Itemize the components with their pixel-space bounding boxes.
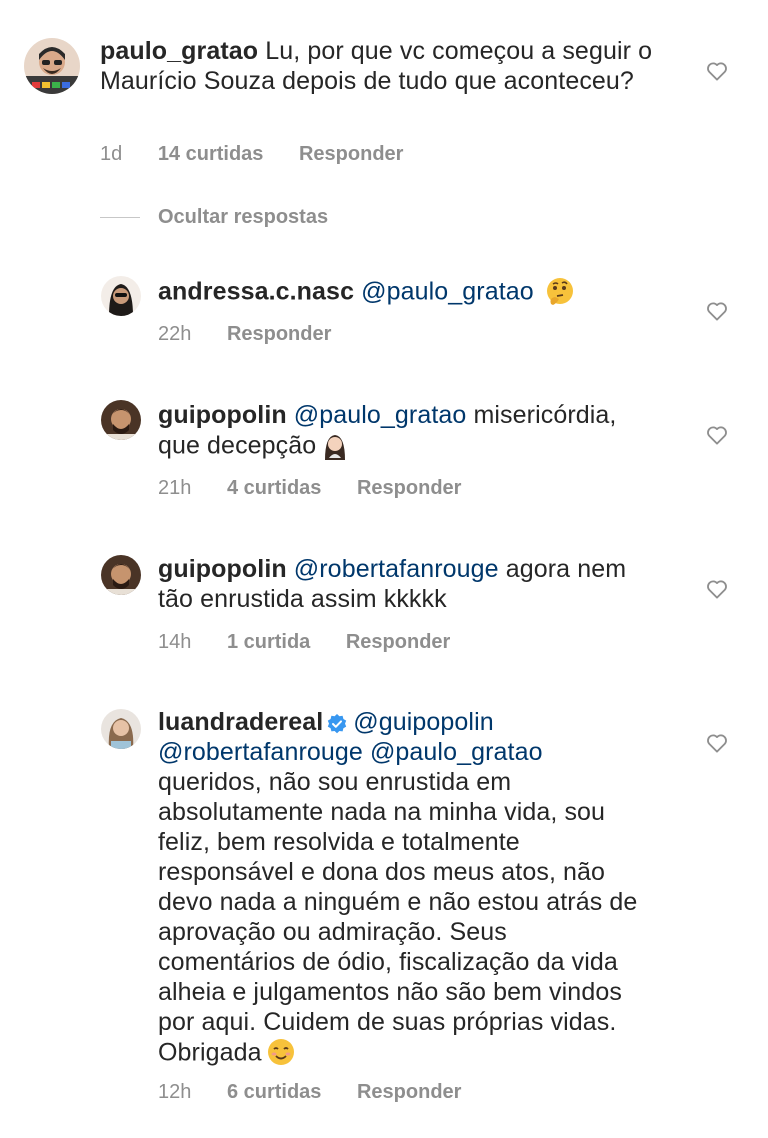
reply-button[interactable]: Responder [227,323,331,345]
reply-button[interactable]: Responder [357,477,461,499]
reply-time: 12h [158,1081,192,1103]
reply-username[interactable]: guipopolin [158,555,287,583]
comment-time: 1d [100,143,123,165]
comment-likes[interactable]: 14 curtidas [158,143,264,165]
reply-time: 21h [158,477,192,499]
reply-username[interactable]: luandradereal [158,708,323,736]
reply-text-line: comentários de ódio, fiscalização da vid… [158,948,618,976]
reply-time: 22h [158,323,192,345]
reply-text-line: responsável e dona dos meus atos, não [158,858,606,886]
comment-username[interactable]: paulo_gratao [100,37,258,65]
reply-text-line: devo nada a ninguém e não estou atrás de [158,888,638,916]
divider [100,217,140,218]
mention-link[interactable]: @paulo_gratao [361,278,534,306]
reply-text-line: queridos, não sou enrustida em [158,768,512,796]
avatar[interactable] [101,709,141,749]
reply-text: agora nem [498,555,627,583]
like-heart-icon[interactable] [706,579,728,599]
like-heart-icon[interactable] [706,425,728,445]
reply-username[interactable]: guipopolin [158,401,287,429]
mention-link[interactable]: @robertafanrouge [294,555,499,583]
thinking-face-emoji [545,276,575,306]
reply-likes[interactable]: 6 curtidas [227,1081,321,1103]
like-heart-icon[interactable] [706,733,728,753]
avatar[interactable] [101,555,141,595]
reply-time: 14h [158,631,192,653]
reply-username[interactable]: andressa.c.nasc [158,278,354,306]
mention-link[interactable]: @robertafanrouge [158,738,363,766]
reply-likes[interactable]: 4 curtidas [227,477,321,499]
avatar[interactable] [24,38,80,94]
reply-text-line: aprovação ou admiração. Seus [158,918,507,946]
hide-replies-button[interactable]: Ocultar respostas [100,206,328,229]
smiling-face-emoji [266,1037,296,1067]
reply-text-line: Obrigada [158,1038,262,1067]
mention-link[interactable]: @guipopolin [353,708,493,736]
verified-badge-icon [327,711,347,734]
reply-text: misericórdia, [466,401,617,429]
reply-button[interactable]: Responder [299,143,403,165]
reply-text-line: feliz, bem resolvida e totalmente [158,828,520,856]
woman-facepalming-emoji [320,430,350,460]
mention-link[interactable]: @paulo_gratao [370,738,543,766]
reply-likes[interactable]: 1 curtida [227,631,310,653]
comments-thread: paulo_gratao Lu, por que vc começou a se… [0,0,768,1138]
mention-link[interactable]: @paulo_gratao [294,401,467,429]
reply-text-line: por aqui. Cuidem de suas próprias vidas. [158,1008,617,1036]
reply-text-line: absolutamente nada na minha vida, sou [158,798,606,826]
reply-button[interactable]: Responder [357,1081,461,1103]
avatar[interactable] [101,400,141,440]
like-heart-icon[interactable] [706,61,728,81]
avatar[interactable] [101,276,141,316]
like-heart-icon[interactable] [706,301,728,321]
reply-button[interactable]: Responder [346,631,450,653]
hide-replies-label[interactable]: Ocultar respostas [158,206,328,229]
reply-text: tão enrustida assim kkkkk [158,585,447,613]
reply-text: que decepção [158,431,317,460]
reply-text-line: alheia e julgamentos não são bem vindos [158,978,622,1006]
